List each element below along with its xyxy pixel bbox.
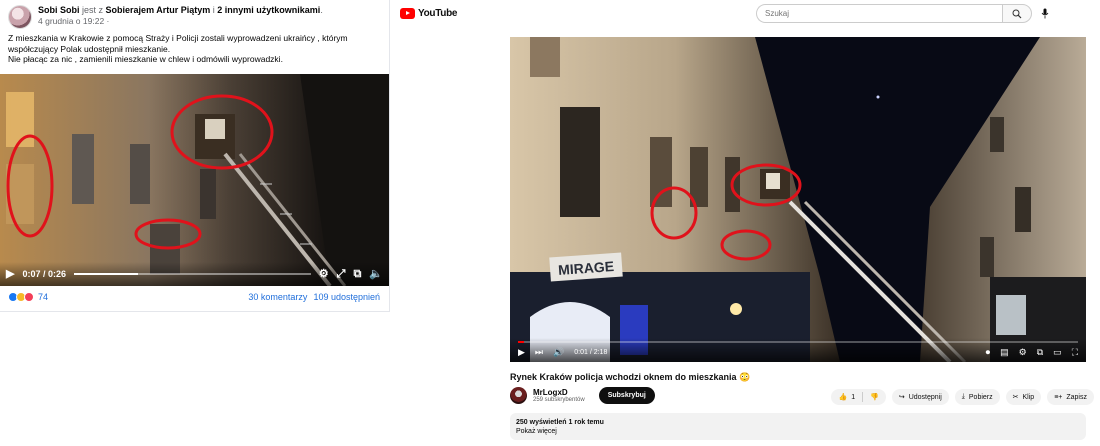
post-meta: Sobi Sobi jest z Sobierajem Artur Piątym… — [38, 5, 323, 29]
facebook-video-player[interactable]: ▶ 0:07 / 0:26 ⚙ ⤢ ⧉ 🔈 — [0, 74, 389, 286]
dislike-icon[interactable]: 👎 — [870, 393, 879, 401]
channel-info: MrLogxD 259 subskrybentów Subskrybuj — [510, 387, 655, 404]
progress-fill — [518, 341, 524, 343]
search-bar — [756, 4, 1032, 23]
search-input[interactable] — [756, 4, 1002, 23]
save-label: Zapisz — [1066, 393, 1087, 401]
others-link[interactable]: 2 innymi użytkownikami — [217, 5, 320, 15]
progress-fill — [74, 273, 138, 275]
controls-right: ⏺ ▤ ⚙ ⧉ ▭ ⛶ — [986, 347, 1078, 358]
view-count-date: 250 wyświetleń 1 rok temu — [516, 419, 604, 426]
controls-row: ▶ ⏭ 🔊 0:01 / 2:18 ⏺ ▤ ⚙ ⧉ ▭ ⛶ — [518, 347, 1078, 358]
miniplayer-icon[interactable]: ⧉ — [1037, 347, 1043, 358]
share-button[interactable]: ↪ Udostępnij — [891, 389, 949, 405]
download-label: Pobierz — [968, 393, 993, 401]
love-reaction-icon[interactable] — [24, 292, 34, 302]
fullscreen-icon[interactable]: ⛶ — [1072, 347, 1078, 358]
video-description[interactable]: 250 wyświetleń 1 rok temu Pokaż więcej — [510, 413, 1086, 440]
settings-icon[interactable]: ⚙ — [319, 268, 329, 280]
video-progress-bar[interactable] — [518, 341, 1078, 343]
subscriber-count: 259 subskrybentów — [533, 397, 585, 403]
youtube-logo[interactable]: YouTube — [400, 8, 458, 19]
video-progress-bar[interactable] — [74, 273, 311, 275]
download-icon: ⤓ — [961, 393, 965, 400]
share-icon: ↪ — [898, 394, 905, 401]
clip-label: Klip — [1022, 393, 1035, 401]
playlist-add-icon: ≡+ — [1054, 393, 1063, 401]
post-line: Nie płacąc za nic , zamienili mieszkanie… — [8, 54, 283, 64]
theater-mode-icon[interactable]: ▭ — [1053, 347, 1062, 358]
comments-count[interactable]: 30 komentarzy — [248, 292, 307, 302]
voice-search-button[interactable] — [1038, 6, 1052, 20]
like-count[interactable]: 1 — [851, 394, 855, 401]
post-line: współczujący Polak udostępnił mieszkanie… — [8, 43, 171, 54]
save-button[interactable]: ≡+ Zapisz — [1047, 389, 1094, 405]
clip-button[interactable]: ✂ Klip — [1005, 389, 1042, 405]
facebook-post: Sobi Sobi jest z Sobierajem Artur Piątym… — [0, 0, 390, 312]
facebook-video-frame — [0, 74, 389, 286]
youtube-video-player[interactable]: MIRAGE ▶ ⏭ 🔊 0:01 / 2:18 ⏺ ▤ ⚙ ⧉ ▭ ⛶ — [510, 37, 1086, 362]
post-author-line: Sobi Sobi jest z Sobierajem Artur Piątym… — [38, 5, 323, 15]
youtube-logo-text: YouTube — [418, 8, 458, 19]
channel-name[interactable]: MrLogxD — [533, 388, 585, 397]
post-header: Sobi Sobi jest z Sobierajem Artur Piątym… — [8, 5, 323, 29]
autoplay-toggle-icon[interactable]: ⏺ — [986, 347, 991, 358]
video-title: Rynek Kraków policja wchodzi oknem do mi… — [510, 372, 751, 382]
microphone-icon — [1041, 8, 1049, 18]
search-icon — [1012, 9, 1022, 18]
like-dislike-pill: 👍 1 👎 — [831, 389, 886, 405]
play-icon[interactable]: ▶ — [6, 268, 14, 280]
play-icon[interactable]: ▶ — [518, 347, 525, 358]
pip-icon[interactable]: ⧉ — [353, 268, 361, 280]
subscribe-button[interactable]: Subskrybuj — [598, 387, 655, 404]
youtube-play-icon — [400, 8, 415, 19]
with-text: jest z — [82, 5, 104, 15]
author-name[interactable]: Sobi Sobi — [38, 5, 80, 15]
post-footer: 74 30 komentarzy 109 udostępnień — [8, 292, 380, 302]
video-actions: 👍 1 👎 ↪ Udostępnij ⤓ Pobierz ✂ Klip ≡+ Z… — [831, 389, 1094, 405]
download-button[interactable]: ⤓ Pobierz — [954, 389, 1000, 405]
youtube-video-frame: MIRAGE — [510, 37, 1086, 362]
author-avatar[interactable] — [8, 5, 32, 29]
show-more-link[interactable]: Pokaż więcej — [516, 427, 1080, 436]
facebook-video-controls: ▶ 0:07 / 0:26 ⚙ ⤢ ⧉ 🔈 — [0, 262, 389, 286]
volume-icon[interactable]: 🔈 — [369, 268, 383, 280]
post-text: Z mieszkania w Krakowie z pomocą Straży … — [8, 33, 384, 65]
screenshot-page: Sobi Sobi jest z Sobierajem Artur Piątym… — [0, 0, 1100, 446]
youtube-video-controls: ▶ ⏭ 🔊 0:01 / 2:18 ⏺ ▤ ⚙ ⧉ ▭ ⛶ — [510, 338, 1086, 362]
volume-icon[interactable]: 🔊 — [553, 347, 564, 358]
next-icon[interactable]: ⏭ — [535, 347, 543, 358]
fullscreen-icon[interactable]: ⤢ — [337, 268, 346, 280]
post-date[interactable]: 4 grudnia o 19:22 · — [38, 16, 323, 27]
channel-text: MrLogxD 259 subskrybentów — [533, 388, 585, 403]
settings-icon[interactable]: ⚙ — [1019, 347, 1027, 358]
post-line: Z mieszkania w Krakowie z pomocą Straży … — [8, 33, 348, 43]
shares-count[interactable]: 109 udostępnień — [313, 292, 380, 302]
youtube-page: YouTube Szukaj MIRAGE ▶ ⏭ 🔊 0:01 / 2:18 … — [390, 0, 1100, 446]
video-time: 0:01 / 2:18 — [574, 349, 608, 356]
video-time: 0:07 / 0:26 — [22, 269, 66, 279]
scissors-icon: ✂ — [1012, 394, 1019, 401]
subtitles-icon[interactable]: ▤ — [1000, 347, 1009, 358]
and-text: i — [212, 5, 215, 15]
share-label: Udostępnij — [908, 393, 942, 401]
search-button[interactable] — [1002, 4, 1032, 23]
tagged-user[interactable]: Sobierajem Artur Piątym — [106, 5, 211, 15]
reactions-count[interactable]: 74 — [38, 292, 48, 302]
channel-avatar[interactable] — [510, 387, 527, 404]
like-icon[interactable]: 👍 — [838, 393, 847, 401]
post-stats: 30 komentarzy 109 udostępnień — [248, 292, 380, 302]
